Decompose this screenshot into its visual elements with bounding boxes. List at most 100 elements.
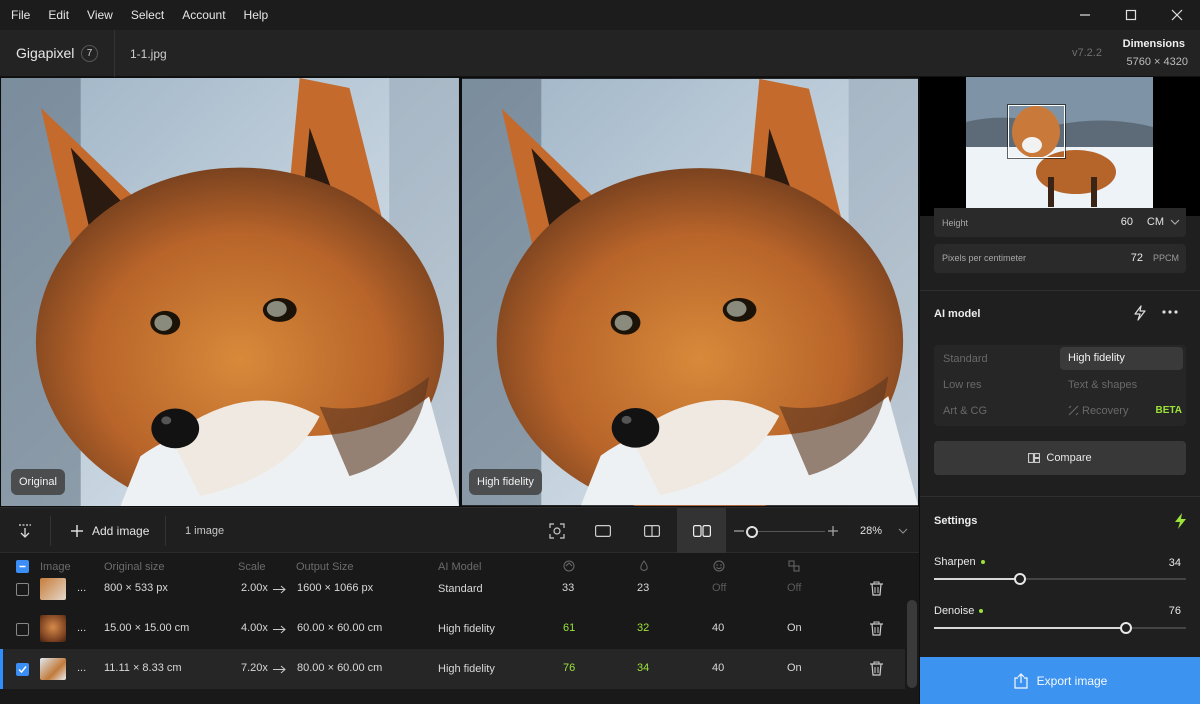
compare-button[interactable]: Compare [934, 441, 1186, 475]
zoom-in-button[interactable] [827, 508, 839, 554]
denoise-value: 23 [637, 582, 650, 594]
height-label: Height [942, 218, 969, 228]
text-recovery-value: On [787, 662, 802, 674]
screenshot-button[interactable] [540, 508, 574, 554]
app-header: Gigapixel 7 1-1.jpg v7.2.2 Dimensions 57… [0, 30, 1200, 77]
maximize-icon [1125, 9, 1137, 21]
version-badge[interactable]: 7 [81, 45, 98, 62]
model-high-fidelity[interactable]: High fidelity [1060, 347, 1183, 370]
viewport-rectangle[interactable] [1008, 105, 1065, 158]
dimensions-label: Dimensions [1122, 38, 1185, 50]
close-button[interactable] [1154, 0, 1200, 30]
toolbar-divider [165, 516, 166, 546]
denoise-slider[interactable] [934, 622, 1186, 634]
row-more-icon[interactable]: ... [77, 662, 86, 674]
table-row[interactable]: ... 15.00 × 15.00 cm 4.00x 60.00 × 60.00… [0, 609, 905, 649]
zoom-dropdown[interactable] [896, 508, 910, 554]
ppc-field[interactable]: Pixels per centimeter 72 PPCM [934, 244, 1186, 273]
app-name: Gigapixel [16, 45, 75, 61]
enhanced-image [462, 78, 918, 506]
chevron-down-icon [898, 528, 908, 534]
trash-icon[interactable] [870, 661, 883, 676]
add-image-button[interactable]: Add image [70, 508, 149, 554]
zoom-slider-track[interactable] [748, 531, 825, 532]
single-view-button[interactable] [586, 508, 620, 554]
trash-icon[interactable] [870, 581, 883, 596]
table-row[interactable]: ... 11.11 × 8.33 cm 7.20x 80.00 × 60.00 … [0, 649, 905, 689]
row-checkbox[interactable] [16, 663, 29, 676]
modified-dot [979, 609, 984, 614]
denoise-slider-fill [934, 627, 1126, 629]
navigator[interactable] [920, 77, 1200, 216]
original-size: 11.11 × 8.33 cm [104, 662, 182, 674]
image-list: Image Original size Scale Output Size AI… [0, 553, 919, 704]
menu-account[interactable]: Account [173, 0, 234, 30]
sharpen-value[interactable]: 34 [1169, 557, 1181, 569]
arrow-right-icon [273, 665, 286, 674]
collapse-button[interactable] [10, 508, 40, 554]
model-text-shapes[interactable]: Text & shapes [1068, 379, 1137, 391]
menu-edit[interactable]: Edit [39, 0, 78, 30]
menu-help[interactable]: Help [235, 0, 278, 30]
minus-icon [734, 530, 744, 532]
camera-frame-icon [549, 523, 565, 539]
zoom-value[interactable]: 28% [860, 525, 882, 537]
side-by-side-button[interactable] [677, 508, 726, 554]
menu-select[interactable]: Select [122, 0, 173, 30]
zoom-out-button[interactable] [733, 508, 745, 554]
bottom-toolbar: Add image 1 image 28% [0, 507, 919, 554]
recovery-icon [1068, 405, 1079, 416]
output-size: 80.00 × 60.00 cm [297, 662, 383, 674]
ppc-value[interactable]: 72 [1131, 252, 1143, 264]
preview-area[interactable]: Original High fidelity [0, 77, 919, 507]
table-scrollbar[interactable] [907, 600, 917, 688]
ai-model: Standard [438, 583, 483, 595]
chevron-down-icon[interactable] [1170, 219, 1180, 225]
minimize-icon [1080, 14, 1090, 16]
image-count: 1 image [185, 525, 225, 537]
zoom-slider-thumb[interactable] [745, 526, 758, 538]
sharpen-slider[interactable] [934, 573, 1186, 585]
model-art-cg[interactable]: Art & CG [943, 405, 987, 417]
check-icon [18, 666, 27, 674]
trash-icon[interactable] [870, 621, 883, 636]
denoise-value: 32 [637, 622, 650, 634]
enhanced-pane[interactable]: High fidelity [462, 78, 918, 506]
face-recovery-value: 40 [712, 622, 725, 634]
ai-model: High fidelity [438, 663, 495, 675]
model-recovery[interactable]: Recovery [1082, 405, 1128, 417]
table-row[interactable]: ... 800 × 533 px 2.00x 1600 × 1066 px St… [0, 569, 905, 609]
compare-icon [1028, 453, 1041, 463]
denoise-value[interactable]: 76 [1169, 605, 1181, 617]
height-unit[interactable]: CM [1147, 216, 1164, 228]
scale: 2.00x [241, 582, 268, 594]
maximize-button[interactable] [1108, 0, 1154, 30]
minimize-button[interactable] [1062, 0, 1108, 30]
enhanced-label: High fidelity [469, 469, 542, 495]
row-more-icon[interactable]: ... [77, 622, 86, 634]
original-size: 15.00 × 15.00 cm [104, 622, 190, 634]
lightning-active-icon[interactable] [1174, 513, 1187, 529]
dimensions-value: 5760 × 4320 [1126, 56, 1188, 68]
split-view-button[interactable] [635, 508, 669, 554]
original-pane[interactable]: Original [1, 78, 459, 506]
height-field[interactable]: Height 60 CM [934, 208, 1186, 237]
original-size: 800 × 533 px [104, 582, 168, 594]
denoise-slider-thumb[interactable] [1119, 622, 1132, 634]
compare-label: Compare [1046, 452, 1092, 464]
export-button[interactable]: Export image [920, 657, 1200, 704]
sharpen-slider-thumb[interactable] [1013, 573, 1026, 585]
denoise-value: 34 [637, 662, 650, 674]
row-checkbox[interactable] [16, 583, 29, 596]
lightning-icon[interactable] [1133, 305, 1147, 321]
menu-view[interactable]: View [78, 0, 122, 30]
row-more-icon[interactable]: ... [77, 582, 86, 594]
text-recovery-value: On [787, 622, 802, 634]
height-value[interactable]: 60 [1121, 216, 1133, 228]
model-standard[interactable]: Standard [943, 353, 988, 365]
file-name: 1-1.jpg [130, 47, 167, 61]
more-options-icon[interactable] [1162, 310, 1178, 314]
model-low-res[interactable]: Low res [943, 379, 982, 391]
menu-file[interactable]: File [0, 0, 39, 30]
row-checkbox[interactable] [16, 623, 29, 636]
